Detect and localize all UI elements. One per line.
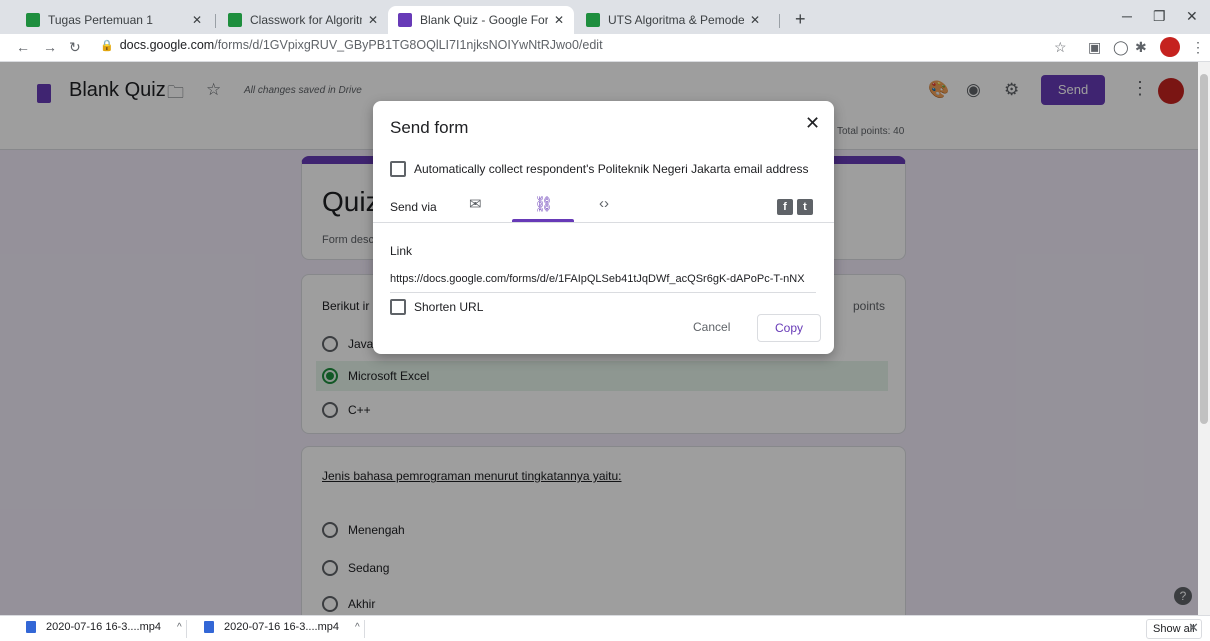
download-filename: 2020-07-16 16-3....mp4 (46, 621, 161, 633)
star-icon[interactable]: ☆ (1054, 39, 1067, 56)
close-icon[interactable]: ✕ (805, 113, 820, 134)
video-file-icon (204, 621, 214, 633)
link-label: Link (390, 244, 413, 258)
cancel-button[interactable]: Cancel (693, 320, 730, 334)
shorten-url-option[interactable]: Shorten URL (390, 299, 483, 315)
downloads-bar: 2020-07-16 16-3....mp4 ^ 2020-07-16 16-3… (0, 615, 1210, 641)
download-separator (186, 620, 187, 638)
browser-tab[interactable]: Tugas Pertemuan 1 ✕ (16, 6, 212, 34)
dialog-divider (373, 222, 834, 223)
browser-tab-active[interactable]: Blank Quiz - Google Forms ✕ (388, 6, 574, 34)
forms-icon (398, 13, 412, 27)
minimize-icon[interactable]: ─ (1122, 8, 1132, 24)
embed-code-icon[interactable]: ‹› (599, 195, 609, 212)
tab-title: Classwork for Algoritma & Pemrc (250, 13, 362, 27)
profile-avatar[interactable] (1160, 37, 1180, 57)
video-file-icon (26, 621, 36, 633)
browser-tab[interactable]: UTS Algoritma & Pemodelan ✕ (576, 6, 770, 34)
page-scrollbar[interactable] (1198, 62, 1210, 615)
extension-icon[interactable]: ◯ (1113, 39, 1129, 56)
back-icon[interactable]: ← (16, 39, 30, 55)
browser-toolbar: ← → ↻ 🔒 docs.google.com/forms/d/1GVpixgRU… (0, 34, 1210, 62)
download-separator (364, 620, 365, 638)
link-icon[interactable]: ⛓ (534, 195, 553, 213)
url-host: docs.google.com (119, 38, 215, 52)
twitter-icon[interactable]: t (797, 199, 813, 215)
tab-title: UTS Algoritma & Pemodelan (608, 13, 744, 27)
maximize-icon[interactable]: ❐ (1153, 8, 1166, 25)
forward-icon[interactable]: → (43, 39, 57, 55)
lock-icon: 🔒 (100, 40, 114, 52)
tab-separator (779, 14, 780, 28)
classroom-icon (228, 13, 242, 27)
download-item[interactable]: 2020-07-16 16-3....mp4 ^ (204, 621, 360, 633)
extension-icon[interactable]: ▣ (1088, 39, 1101, 56)
close-tab-icon[interactable]: ✕ (192, 13, 202, 27)
browser-tab-strip: Tugas Pertemuan 1 ✕ Classwork for Algori… (0, 0, 1210, 34)
address-bar[interactable]: 🔒 docs.google.com/forms/d/1GVpixgRUV_GByP… (100, 38, 603, 52)
puzzle-icon[interactable]: ✱ (1135, 39, 1147, 56)
close-tab-icon[interactable]: ✕ (368, 13, 378, 27)
copy-button[interactable]: Copy (757, 314, 821, 342)
new-tab-icon[interactable]: + (795, 9, 806, 30)
menu-dots-icon[interactable]: ⋮ (1191, 39, 1205, 56)
url-path: /forms/d/1GVpixgRUV_GByPB1TG8OQlLI7I1njk… (214, 38, 603, 52)
tab-separator (215, 14, 216, 28)
checkbox[interactable] (390, 299, 406, 315)
send-via-label: Send via (390, 200, 437, 214)
shorten-url-label: Shorten URL (414, 300, 484, 314)
download-filename: 2020-07-16 16-3....mp4 (224, 621, 339, 633)
classroom-icon (586, 13, 600, 27)
close-icon[interactable]: ✕ (1188, 620, 1199, 636)
link-field[interactable]: https://docs.google.com/forms/d/e/1FAIpQ… (390, 273, 816, 293)
reload-icon[interactable]: ↻ (69, 39, 81, 56)
close-tab-icon[interactable]: ✕ (554, 13, 564, 27)
email-icon[interactable]: ✉ (469, 195, 482, 213)
checkbox[interactable] (390, 161, 406, 177)
tab-title: Blank Quiz - Google Forms (420, 13, 548, 27)
close-window-icon[interactable]: ✕ (1186, 8, 1198, 25)
collect-email-option[interactable]: Automatically collect respondent's Polit… (390, 161, 808, 177)
classroom-icon (26, 13, 40, 27)
scrollbar-thumb[interactable] (1200, 74, 1208, 424)
dialog-title: Send form (390, 118, 469, 137)
download-item[interactable]: 2020-07-16 16-3....mp4 ^ (26, 621, 182, 633)
chevron-up-icon[interactable]: ^ (177, 622, 182, 633)
browser-tab[interactable]: Classwork for Algoritma & Pemrc ✕ (218, 6, 388, 34)
close-tab-icon[interactable]: ✕ (750, 13, 760, 27)
chevron-up-icon[interactable]: ^ (355, 622, 360, 633)
send-form-dialog: Send form ✕ Automatically collect respon… (373, 101, 834, 354)
tab-title: Tugas Pertemuan 1 (48, 13, 153, 27)
facebook-icon[interactable]: f (777, 199, 793, 215)
collect-email-label: Automatically collect respondent's Polit… (414, 162, 809, 176)
